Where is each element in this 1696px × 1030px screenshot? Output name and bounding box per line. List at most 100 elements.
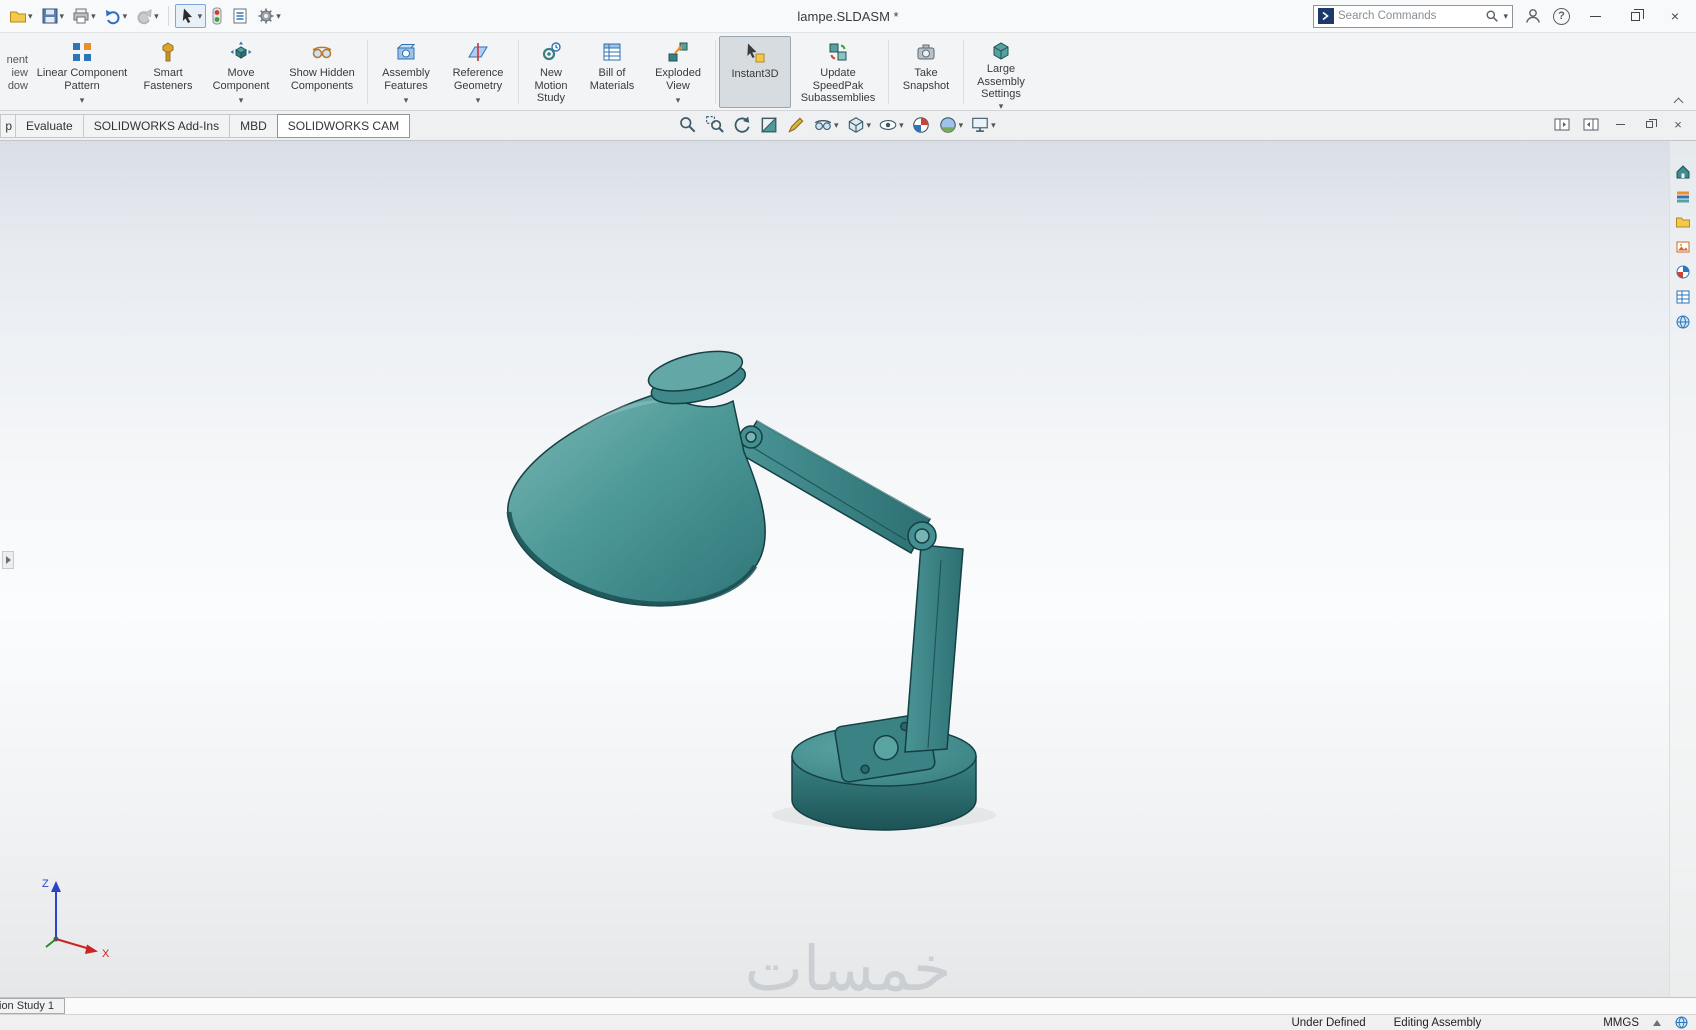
solidworks-window: lampe.SLDASM * ? × nent iew dow [0, 0, 1696, 1030]
help-button[interactable]: ? [1553, 7, 1570, 25]
clipped-tab[interactable]: p [0, 113, 16, 138]
file-properties-button[interactable] [228, 5, 252, 27]
edit-appearance-button[interactable] [909, 114, 933, 136]
save-button[interactable] [38, 5, 68, 27]
section-view-button[interactable] [757, 114, 781, 136]
toolbar-separator [167, 6, 169, 26]
ribbon-button-bill-of-materials[interactable]: Bill of Materials [580, 36, 644, 108]
ribbon-button-new-motion-study[interactable]: New Motion Study [522, 36, 580, 108]
appearances-scenes-button[interactable] [1673, 263, 1693, 281]
ribbon-button-show-hidden-components[interactable]: Show Hidden Components [280, 36, 364, 108]
custom-properties-button[interactable] [1673, 288, 1693, 306]
linear-component-pattern-icon [71, 39, 93, 65]
file-explorer-button[interactable] [1673, 213, 1693, 231]
ribbon-button-instant3d[interactable]: Instant3D [719, 36, 791, 108]
commandmanager-tab-row: p Evaluate SOLIDWORKS Add-Ins MBD SOLIDW… [0, 111, 1696, 141]
reference-geometry-icon [467, 39, 489, 65]
statusbar-expand-icon[interactable] [1653, 1019, 1661, 1026]
home-tab-button[interactable] [1673, 163, 1693, 181]
tab-mbd[interactable]: MBD [229, 113, 278, 138]
options-button[interactable] [254, 5, 284, 27]
status-bar: Under Defined Editing Assembly MMGS [0, 1014, 1696, 1030]
restore-icon [1645, 118, 1657, 128]
ribbon-button-label: Instant3D [731, 68, 779, 80]
document-minimize-button[interactable] [1610, 115, 1630, 133]
show-hidden-components-icon [311, 39, 333, 65]
units-selector[interactable]: MMGS [1603, 1017, 1639, 1029]
select-tool-button[interactable] [174, 4, 207, 28]
design-library-button[interactable] [1673, 188, 1693, 206]
print-button[interactable] [69, 5, 99, 27]
clipped-label-fragment: nent [6, 54, 28, 66]
open-button[interactable] [6, 5, 36, 27]
redo-icon [137, 9, 152, 25]
previous-view-button[interactable] [730, 114, 754, 136]
clipped-label-fragment: iew [11, 67, 28, 79]
search-icon[interactable] [1485, 9, 1499, 23]
collapse-ribbon-button[interactable] [1674, 98, 1684, 104]
minimize-button[interactable] [1580, 4, 1610, 28]
ribbon-button-assembly-features[interactable]: Assembly Features [371, 36, 441, 108]
apply-scene-button[interactable] [936, 114, 966, 136]
undo-button[interactable] [101, 5, 131, 27]
view-orientation-button[interactable] [876, 114, 906, 136]
document-restore-button[interactable] [1639, 115, 1659, 133]
titlebar: lampe.SLDASM * ? × [0, 0, 1696, 33]
save-icon [42, 8, 58, 24]
search-commands-box[interactable] [1313, 4, 1513, 28]
ribbon-button-exploded-view[interactable]: Exploded View [644, 36, 712, 108]
window-pane-right-button[interactable] [1581, 115, 1601, 133]
tab-solidworks-add-ins[interactable]: SOLIDWORKS Add-Ins [82, 113, 231, 138]
tab-evaluate[interactable]: Evaluate [15, 113, 84, 138]
ribbon-button-smart-fasteners[interactable]: Smart Fasteners [134, 36, 202, 108]
dropdown-arrow-icon [154, 11, 159, 22]
ribbon-button-update-speedpak-subassemblies[interactable]: Update SpeedPak Subassemblies [791, 36, 885, 108]
graphics-area[interactable]: Z X خمسات [0, 141, 1696, 997]
update-speedpak-icon [827, 39, 849, 65]
eye-icon [879, 120, 897, 130]
ribbon-separator [518, 40, 519, 104]
ribbon-button-move-component[interactable]: Move Component [202, 36, 280, 108]
ribbon-button-large-assembly-settings[interactable]: Large Assembly Settings [967, 36, 1035, 108]
view-palette-button[interactable] [1673, 238, 1693, 256]
close-button[interactable]: × [1660, 4, 1690, 28]
redo-button[interactable] [132, 5, 162, 27]
rebuild-button[interactable] [208, 5, 226, 27]
ribbon-button-reference-geometry[interactable]: Reference Geometry [441, 36, 515, 108]
dynamic-annotation-views-button[interactable] [784, 114, 808, 136]
display-style-cube-icon [848, 117, 863, 133]
move-component-icon [230, 39, 252, 65]
view-settings-button[interactable] [968, 114, 998, 136]
zoom-to-area-button[interactable] [703, 114, 727, 136]
watermark-text: خمسات [744, 932, 952, 997]
user-account-button[interactable] [1523, 6, 1543, 26]
dropdown-arrow-icon [198, 11, 203, 22]
ribbon-button-label: Reference Geometry [452, 67, 504, 92]
document-close-button[interactable]: × [1668, 115, 1688, 133]
dropdown-arrow-icon [959, 120, 964, 131]
tab-solidworks-cam[interactable]: SOLIDWORKS CAM [276, 113, 411, 138]
reference-triad: Z X [42, 878, 110, 960]
ribbon-button-linear-component-pattern[interactable]: Linear Component Pattern [30, 36, 134, 108]
display-style-button[interactable] [844, 114, 874, 136]
dropdown-arrow-icon [91, 11, 96, 22]
ribbon-separator [963, 40, 964, 104]
ribbon-button-label: Smart Fasteners [143, 67, 193, 92]
restore-button[interactable] [1620, 4, 1650, 28]
hide-show-items-button[interactable] [811, 114, 841, 136]
dropdown-arrow-icon [991, 120, 996, 131]
featuremanager-flyout-arrow[interactable] [2, 551, 14, 569]
lamp-assembly-model[interactable] [0, 141, 1696, 997]
zoom-to-fit-button[interactable] [676, 114, 700, 136]
ribbon-button-take-snapshot[interactable]: Take Snapshot [892, 36, 960, 108]
search-scope-dropdown-icon[interactable] [1503, 11, 1508, 22]
solidworks-resources-button[interactable] [1673, 313, 1693, 331]
motion-study-tab[interactable]: ion Study 1 [0, 998, 66, 1014]
triad-x-label: X [102, 948, 110, 960]
clipped-label-fragment: dow [7, 80, 28, 92]
titlebar-right-controls: ? × [1313, 4, 1690, 28]
window-pane-left-button[interactable] [1552, 115, 1572, 133]
search-commands-input[interactable] [1338, 10, 1482, 22]
dropdown-arrow-icon [476, 95, 481, 107]
connection-status-icon[interactable] [1675, 1016, 1688, 1029]
